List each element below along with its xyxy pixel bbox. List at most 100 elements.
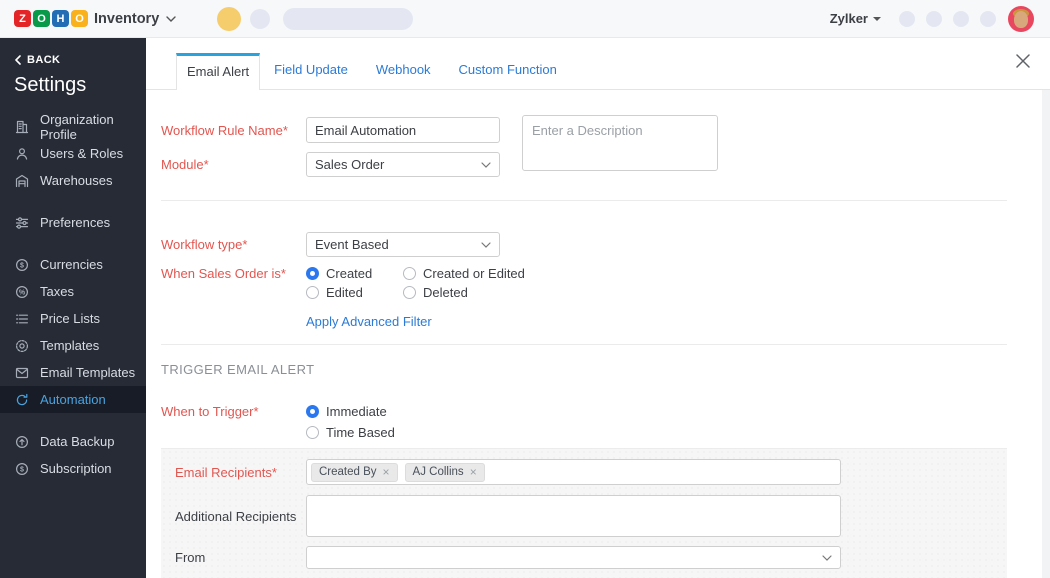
sidebar-item-label: Currencies — [40, 257, 103, 272]
chevron-down-icon — [822, 555, 832, 561]
zoho-logo[interactable]: Z O H O — [14, 10, 88, 27]
sidebar-item-label: Price Lists — [40, 311, 100, 326]
sidebar-item-label: Templates — [40, 338, 99, 353]
topbar-icon-placeholder-1[interactable] — [899, 11, 915, 27]
sync-icon — [14, 392, 30, 408]
topbar-icon-placeholder-2[interactable] — [926, 11, 942, 27]
workflow-rule-name-input[interactable] — [306, 117, 500, 143]
radio-deleted[interactable]: Deleted — [403, 285, 525, 299]
radio-time-based[interactable]: Time Based — [306, 425, 395, 439]
topbar-icon-placeholder-4[interactable] — [980, 11, 996, 27]
sidebar-item-preferences[interactable]: Preferences — [0, 209, 146, 236]
sidebar-item-label: Subscription — [40, 461, 112, 476]
sidebar-item-templates[interactable]: Templates — [0, 332, 146, 359]
radio-label: Created or Edited — [423, 266, 525, 281]
chip-label: Created By — [319, 466, 377, 478]
search-placeholder-pill[interactable] — [283, 8, 413, 30]
tab-webhook[interactable]: Webhook — [362, 52, 445, 89]
radio-dot — [306, 405, 319, 418]
sidebar-item-data-backup[interactable]: Data Backup — [0, 428, 146, 455]
subscription-icon: $ — [14, 461, 30, 477]
sidebar-title: Settings — [0, 66, 146, 113]
sidebar-item-organization-profile[interactable]: Organization Profile — [0, 113, 146, 140]
sidebar-item-subscription[interactable]: $ Subscription — [0, 455, 146, 482]
workflow-type-row: Workflow type* Event Based — [161, 232, 1007, 257]
sidebar-item-price-lists[interactable]: Price Lists — [0, 305, 146, 332]
apply-advanced-filter-link[interactable]: Apply Advanced Filter — [306, 314, 432, 329]
close-icon[interactable] — [1012, 50, 1034, 72]
chevron-down-icon[interactable] — [165, 15, 177, 23]
sidebar-item-users-roles[interactable]: Users & Roles — [0, 140, 146, 167]
sidebar-item-taxes[interactable]: % Taxes — [0, 278, 146, 305]
chevron-down-icon — [481, 162, 491, 168]
sliders-icon — [14, 215, 30, 231]
sidebar-item-label: Taxes — [40, 284, 74, 299]
percent-circle-icon: % — [14, 284, 30, 300]
section-divider — [161, 344, 1007, 345]
radio-dot — [306, 267, 319, 280]
from-select[interactable] — [306, 546, 841, 569]
svg-text:%: % — [19, 289, 26, 296]
workflow-type-select-value: Event Based — [315, 237, 389, 252]
radio-immediate[interactable]: Immediate — [306, 404, 395, 418]
additional-recipients-textarea[interactable] — [306, 495, 841, 537]
sidebar-item-label: Organization Profile — [40, 112, 146, 142]
topbar: Z O H O Inventory Zylker — [0, 0, 1050, 38]
svg-text:$: $ — [20, 262, 24, 269]
module-select[interactable]: Sales Order — [306, 152, 500, 177]
sidebar-item-label: Automation — [40, 392, 106, 407]
sidebar-item-currencies[interactable]: $ Currencies — [0, 251, 146, 278]
recipient-chip[interactable]: Created By — [311, 463, 398, 482]
sidebar-item-label: Warehouses — [40, 173, 113, 188]
description-textarea[interactable] — [522, 115, 718, 171]
workflow-type-select[interactable]: Event Based — [306, 232, 500, 257]
svg-text:$: $ — [20, 466, 24, 473]
sidebar-item-automation[interactable]: Automation — [0, 386, 146, 413]
sidebar-item-email-templates[interactable]: Email Templates — [0, 359, 146, 386]
event-radio-group: Created Created or Edited Edited Deleted — [306, 266, 525, 299]
workflow-type-label: Workflow type* — [161, 237, 306, 252]
chip-label: AJ Collins — [413, 466, 464, 478]
radio-dot — [403, 267, 416, 280]
chevron-down-icon — [481, 242, 491, 248]
trigger-section-heading: TRIGGER EMAIL ALERT — [161, 362, 1007, 377]
dollar-circle-icon: $ — [14, 257, 30, 273]
additional-recipients-row: Additional Recipients — [175, 495, 1007, 537]
trigger-radio-group: Immediate Time Based — [306, 404, 395, 439]
workflow-form: Workflow Rule Name* Module* Sales Order … — [146, 90, 1050, 578]
radio-created[interactable]: Created — [306, 266, 403, 280]
logo-letter-h: H — [52, 10, 69, 27]
tab-custom-function[interactable]: Custom Function — [445, 52, 571, 89]
org-selector[interactable]: Zylker — [830, 11, 881, 26]
envelope-icon — [14, 365, 30, 381]
chip-remove-icon[interactable] — [383, 466, 390, 478]
sidebar-item-warehouses[interactable]: Warehouses — [0, 167, 146, 194]
topbar-icon-placeholder[interactable] — [250, 9, 270, 29]
radio-dot — [306, 286, 319, 299]
list-icon — [14, 311, 30, 327]
radio-edited[interactable]: Edited — [306, 285, 403, 299]
radio-dot — [306, 426, 319, 439]
tab-field-update[interactable]: Field Update — [260, 52, 362, 89]
module-label: Module* — [161, 157, 306, 172]
user-avatar[interactable] — [1008, 6, 1034, 32]
topbar-icon-placeholder-3[interactable] — [953, 11, 969, 27]
module-select-value: Sales Order — [315, 157, 384, 172]
when-to-trigger-row: When to Trigger* Immediate Time Based — [161, 404, 1007, 439]
when-sales-order-is-label: When Sales Order is* — [161, 266, 306, 281]
radio-created-or-edited[interactable]: Created or Edited — [403, 266, 525, 280]
email-recipients-input[interactable]: Created By AJ Collins — [306, 459, 841, 485]
workflow-editor-panel: Email Alert Field Update Webhook Custom … — [146, 38, 1050, 578]
email-recipients-row: Email Recipients* Created By AJ Collins — [175, 459, 1007, 485]
radio-label: Deleted — [423, 285, 468, 300]
sidebar-item-label: Email Templates — [40, 365, 135, 380]
additional-recipients-label: Additional Recipients — [175, 509, 306, 524]
back-button[interactable]: BACK — [0, 38, 146, 66]
topbar-yellow-dot[interactable] — [217, 7, 241, 31]
recipient-chip[interactable]: AJ Collins — [405, 463, 485, 482]
section-divider — [161, 200, 1007, 201]
tab-email-alert[interactable]: Email Alert — [176, 53, 260, 90]
chip-remove-icon[interactable] — [470, 466, 477, 478]
radio-label: Created — [326, 266, 372, 281]
users-icon — [14, 146, 30, 162]
